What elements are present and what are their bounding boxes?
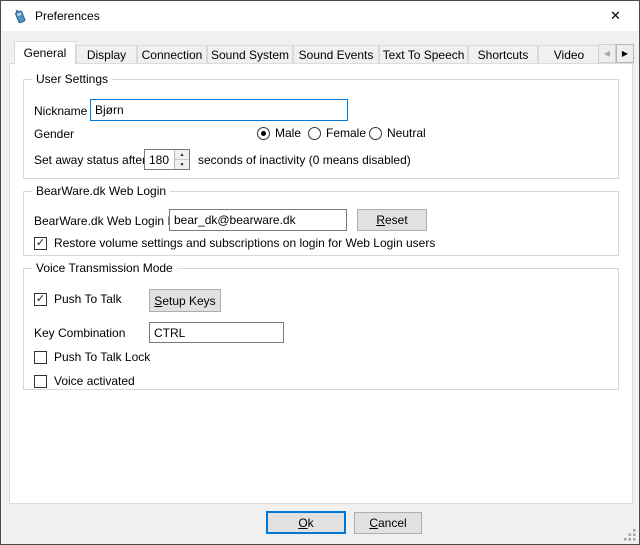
tab-text-to-speech[interactable]: Text To Speech: [379, 45, 468, 63]
nickname-label: Nickname: [34, 104, 87, 118]
radio-male[interactable]: Male: [257, 126, 301, 140]
radio-male-label: Male: [275, 126, 301, 140]
push-to-talk-lock-label: Push To Talk Lock: [54, 350, 150, 364]
restore-volume-checkbox-row[interactable]: ✓ Restore volume settings and subscripti…: [34, 236, 435, 250]
tab-shortcuts[interactable]: Shortcuts: [468, 45, 538, 63]
group-web-login: BearWare.dk Web Login BearWare.dk Web Lo…: [23, 191, 619, 256]
nickname-input[interactable]: [90, 99, 348, 121]
radio-neutral-label: Neutral: [387, 126, 426, 140]
window-title: Preferences: [35, 9, 100, 23]
key-combination-label: Key Combination: [34, 326, 125, 340]
cancel-button[interactable]: Cancel: [354, 512, 422, 534]
radio-male-circle[interactable]: [257, 127, 270, 140]
resize-grip[interactable]: [622, 527, 636, 541]
radio-female[interactable]: Female: [308, 126, 366, 140]
group-web-login-title: BearWare.dk Web Login: [32, 184, 170, 198]
away-status-label: Set away status after: [34, 153, 146, 167]
tab-sound-events[interactable]: Sound Events: [293, 45, 379, 63]
radio-female-circle[interactable]: [308, 127, 321, 140]
tab-sound-system[interactable]: Sound System: [207, 45, 293, 63]
push-to-talk-lock-checkbox[interactable]: [34, 351, 47, 364]
restore-volume-label: Restore volume settings and subscription…: [54, 236, 435, 250]
push-to-talk-label: Push To Talk: [54, 292, 122, 306]
group-voice-transmission-title: Voice Transmission Mode: [32, 261, 177, 275]
away-seconds-value: 180: [145, 150, 174, 169]
web-login-id-input[interactable]: [169, 209, 347, 231]
tab-general[interactable]: General: [14, 41, 76, 64]
preferences-dialog: Preferences ✕ General Display Connection…: [0, 0, 640, 545]
voice-activated-checkbox[interactable]: [34, 375, 47, 388]
radio-female-label: Female: [326, 126, 366, 140]
close-icon[interactable]: ✕: [593, 1, 638, 30]
push-to-talk-checkbox[interactable]: ✓: [34, 293, 47, 306]
tab-display[interactable]: Display: [76, 45, 137, 63]
push-to-talk-checkbox-row[interactable]: ✓ Push To Talk: [34, 292, 122, 306]
spin-down-icon[interactable]: ▼: [175, 160, 189, 169]
voice-activated-checkbox-row[interactable]: Voice activated: [34, 374, 135, 388]
tab-scroll-left-icon[interactable]: ◀: [598, 44, 616, 63]
away-seconds-spinner[interactable]: 180 ▲ ▼: [144, 149, 190, 170]
app-icon: [12, 8, 28, 24]
restore-volume-checkbox[interactable]: ✓: [34, 237, 47, 250]
push-to-talk-lock-checkbox-row[interactable]: Push To Talk Lock: [34, 350, 150, 364]
tab-connection[interactable]: Connection: [137, 45, 207, 63]
group-voice-transmission: Voice Transmission Mode ✓ Push To Talk S…: [23, 268, 619, 390]
radio-neutral-circle[interactable]: [369, 127, 382, 140]
title-bar[interactable]: Preferences ✕: [1, 1, 639, 31]
tab-scroll-right-icon[interactable]: ▶: [616, 44, 634, 63]
web-login-id-label: BearWare.dk Web Login ID: [34, 214, 179, 228]
key-combination-input[interactable]: [149, 322, 284, 343]
gender-label: Gender: [34, 127, 74, 141]
radio-neutral[interactable]: Neutral: [369, 126, 426, 140]
group-user-settings-title: User Settings: [32, 72, 112, 86]
ok-button[interactable]: Ok: [266, 511, 346, 534]
voice-activated-label: Voice activated: [54, 374, 135, 388]
reset-button[interactable]: Reset: [357, 209, 427, 231]
away-status-suffix: seconds of inactivity (0 means disabled): [198, 153, 411, 167]
group-user-settings: User Settings Nickname Gender Male Femal…: [23, 79, 619, 179]
setup-keys-button[interactable]: Setup Keys: [149, 289, 221, 312]
tab-video[interactable]: Video: [538, 45, 600, 63]
spin-up-icon[interactable]: ▲: [175, 150, 189, 160]
